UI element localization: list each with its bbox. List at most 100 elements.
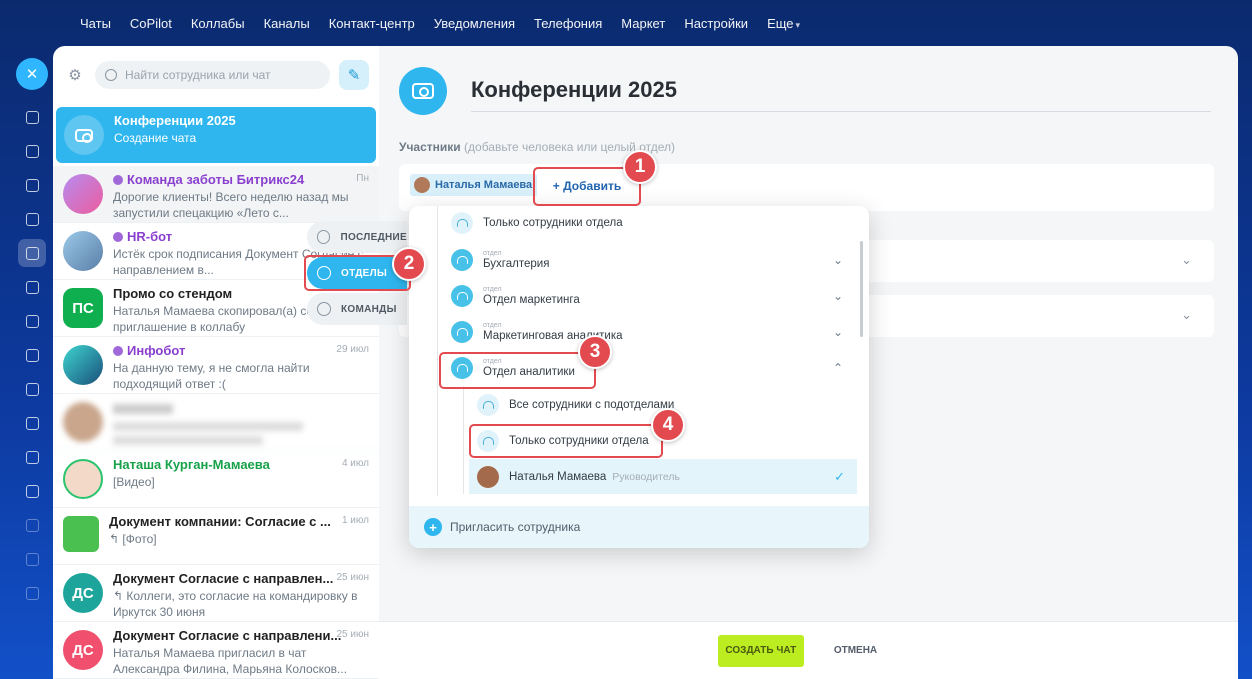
- funnel-icon[interactable]: [18, 341, 46, 369]
- chat-title: Документ компании: Согласие с ...: [109, 514, 331, 529]
- settings-icon[interactable]: [18, 545, 46, 573]
- step-badge-3: 3: [578, 335, 612, 369]
- form-footer: СОЗДАТЬ ЧАТ ОТМЕНА: [379, 621, 1238, 679]
- chat-item-blurred[interactable]: [53, 394, 379, 451]
- nav-notifications[interactable]: Уведомления: [434, 16, 515, 31]
- chat-date: 25 июн: [336, 629, 369, 640]
- chat-date: Пн: [356, 173, 369, 184]
- chat-name-input[interactable]: Конференции 2025: [471, 74, 1211, 112]
- tab-recent-label: ПОСЛЕДНИЕ: [340, 231, 407, 243]
- chevron-down-icon[interactable]: ⌄: [833, 325, 843, 339]
- department-item[interactable]: отдел Отдел маркетинга ⌄: [451, 282, 851, 310]
- bot-icon: [113, 174, 123, 185]
- filter-icon[interactable]: ⚙: [63, 63, 87, 87]
- people-icon: [451, 285, 473, 307]
- avatar: ПС: [63, 288, 103, 328]
- department-item[interactable]: отдел Бухгалтерия ⌄: [451, 246, 851, 274]
- avatar: [63, 231, 103, 271]
- people-icon: [477, 394, 499, 416]
- bot-icon: [113, 231, 123, 242]
- chevron-up-icon[interactable]: ⌃: [833, 361, 843, 375]
- participants-box[interactable]: Наталья Мамаева: [399, 164, 1214, 211]
- invite-label: Пригласить сотрудника: [450, 520, 581, 534]
- card-icon[interactable]: [18, 511, 46, 539]
- chat-item[interactable]: Наташа Курган-Мамаева [Видео] 4 июл: [53, 451, 379, 508]
- nav-telephony[interactable]: Телефония: [534, 16, 602, 31]
- people-icon: [451, 249, 473, 271]
- chat-item[interactable]: ДС Документ Согласие с направлени... Нат…: [53, 622, 379, 679]
- chat-item[interactable]: Команда заботы Битрикс24 Дорогие клиенты…: [53, 166, 379, 223]
- chat-title: Документ Согласие с направлен...: [113, 571, 334, 586]
- participant-chip[interactable]: Наталья Мамаева: [410, 174, 539, 196]
- chat-item-selected[interactable]: Конференции 2025 Создание чата: [56, 107, 376, 163]
- check-icon: ✓: [834, 468, 845, 484]
- search-input[interactable]: Найти сотрудника или чат: [95, 61, 330, 89]
- chat-preview: [Видео]: [113, 475, 155, 489]
- invite-employee-button[interactable]: + Пригласить сотрудника: [409, 506, 869, 548]
- participant-name: Наталья Мамаева: [435, 179, 533, 191]
- selected-user-row[interactable]: Наталья Мамаева Руководитель ✓: [469, 459, 857, 494]
- recent-icon: [317, 230, 331, 244]
- nav-contact-center[interactable]: Контакт-центр: [329, 16, 415, 31]
- drive-icon[interactable]: [18, 443, 46, 471]
- chat-title: Инфобот: [127, 343, 186, 358]
- calendar-icon[interactable]: [18, 375, 46, 403]
- chevron-down-icon[interactable]: ⌄: [833, 289, 843, 303]
- create-chat-button[interactable]: СОЗДАТЬ ЧАТ: [717, 634, 804, 667]
- nav-channels[interactable]: Каналы: [264, 16, 310, 31]
- teams-icon: [317, 302, 331, 316]
- tree-line: [437, 206, 438, 496]
- contacts-icon[interactable]: [18, 239, 46, 267]
- chevron-down-icon: ▾: [795, 19, 801, 30]
- left-icon-rail: ✕: [14, 58, 50, 668]
- tree-line: [463, 386, 464, 494]
- info-icon[interactable]: [18, 579, 46, 607]
- checkbox-icon[interactable]: [18, 307, 46, 335]
- step-badge-2: 2: [392, 247, 426, 281]
- dept-option[interactable]: Только сотрудники отдела: [451, 212, 869, 234]
- inbox-icon[interactable]: [18, 409, 46, 437]
- chat-icon[interactable]: [18, 137, 46, 165]
- document-icon: [63, 516, 99, 552]
- cancel-button[interactable]: ОТМЕНА: [834, 645, 877, 656]
- avatar: ДС: [63, 630, 103, 670]
- chat-item[interactable]: Документ компании: Согласие с ... ↰ [Фот…: [53, 508, 379, 565]
- chat-list-header: ⚙ Найти сотрудника или чат ✎: [53, 46, 379, 104]
- compose-icon[interactable]: ✎: [339, 60, 369, 90]
- nav-copilot[interactable]: CoPilot: [130, 16, 172, 31]
- people-icon: [451, 321, 473, 343]
- chat-avatar-upload[interactable]: [399, 67, 447, 115]
- user-role: Руководитель: [612, 470, 680, 483]
- people-icon: [451, 212, 473, 234]
- close-icon[interactable]: ✕: [16, 58, 48, 90]
- chat-item[interactable]: Инфобот На данную тему, я не смогла найт…: [53, 337, 379, 394]
- bot-icon: [113, 345, 123, 356]
- avatar: ДС: [63, 573, 103, 613]
- mail-icon[interactable]: [18, 477, 46, 505]
- department-item[interactable]: отдел Маркетинговая аналитика ⌄: [451, 318, 851, 346]
- chat-item[interactable]: ДС Документ Согласие с направлен... ↰ Ко…: [53, 565, 379, 622]
- step-badge-1: 1: [623, 150, 657, 184]
- chevron-down-icon[interactable]: ⌄: [833, 253, 843, 267]
- tasks-icon[interactable]: [18, 103, 46, 131]
- nav-chats[interactable]: Чаты: [80, 16, 111, 31]
- document-icon[interactable]: [18, 205, 46, 233]
- pen-icon[interactable]: [18, 273, 46, 301]
- avatar: [63, 174, 103, 214]
- globe-icon[interactable]: [18, 171, 46, 199]
- nav-market[interactable]: Маркет: [621, 16, 665, 31]
- tab-recent[interactable]: ПОСЛЕДНИЕ: [307, 221, 407, 253]
- avatar: [63, 402, 103, 442]
- tab-teams[interactable]: КОМАНДЫ: [307, 293, 407, 325]
- chevron-down-icon: ⌄: [1181, 252, 1192, 267]
- nav-collabs[interactable]: Коллабы: [191, 16, 245, 31]
- scrollbar[interactable]: [860, 241, 863, 337]
- nav-more[interactable]: Еще ▾: [767, 16, 800, 31]
- chat-preview: Создание чата: [114, 131, 197, 145]
- chat-title: Конференции 2025: [114, 113, 236, 128]
- dept-label: Бухгалтерия: [483, 258, 550, 270]
- nav-settings[interactable]: Настройки: [684, 16, 748, 31]
- chat-preview: ↰ Коллеги, это согласие на командировку …: [113, 589, 358, 619]
- avatar: [63, 345, 103, 385]
- search-placeholder: Найти сотрудника или чат: [125, 68, 271, 82]
